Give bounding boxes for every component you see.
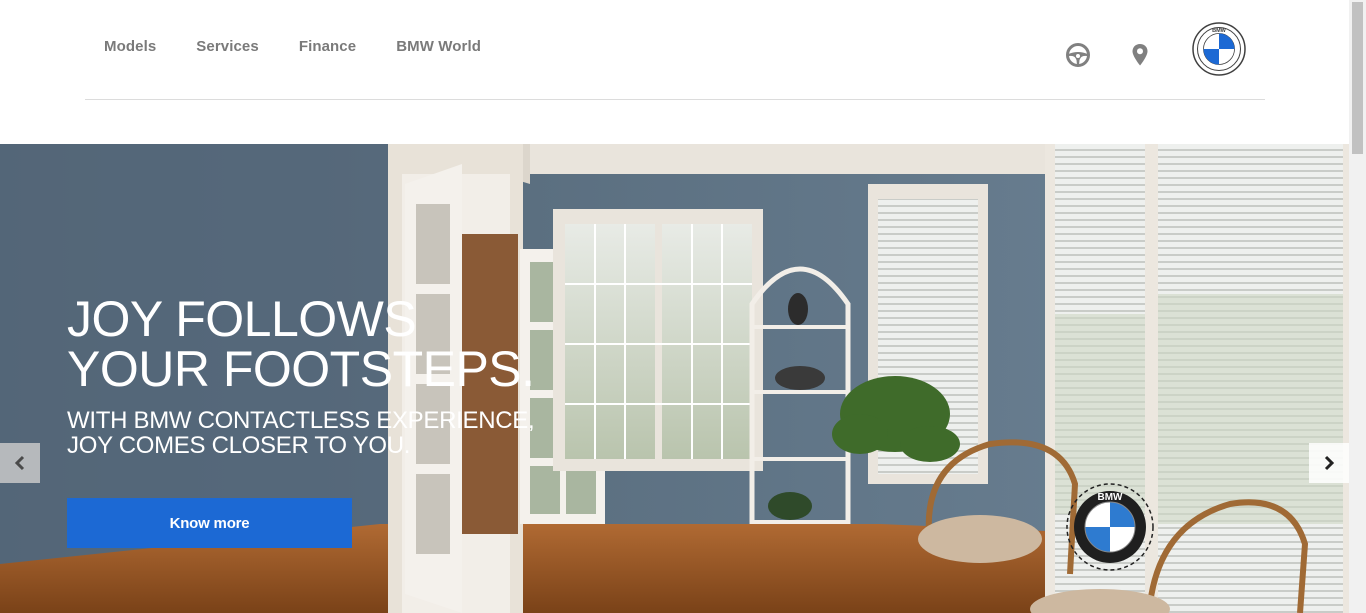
nav-item-bmw-world[interactable]: BMW World bbox=[396, 38, 481, 55]
nav-item-finance[interactable]: Finance bbox=[299, 38, 356, 55]
steering-wheel-icon bbox=[1066, 43, 1090, 67]
bmw-logo-icon: BMW bbox=[1066, 483, 1154, 571]
main-nav: Models Services Finance BMW World bbox=[104, 38, 481, 55]
scrollbar-thumb[interactable] bbox=[1352, 2, 1363, 154]
nav-item-services[interactable]: Services bbox=[196, 38, 259, 55]
location-pin-icon bbox=[1132, 44, 1148, 66]
chevron-left-icon bbox=[14, 455, 25, 471]
header-actions: BMW bbox=[1063, 22, 1246, 76]
nav-item-models[interactable]: Models bbox=[104, 38, 156, 55]
chevron-right-icon bbox=[1324, 455, 1335, 471]
site-header: Models Services Finance BMW World BMW bbox=[0, 0, 1349, 144]
test-drive-button[interactable] bbox=[1063, 40, 1093, 70]
bmw-logo-link[interactable]: BMW bbox=[1192, 22, 1246, 76]
floating-bmw-logo-button[interactable]: BMW bbox=[1066, 483, 1154, 571]
page: Models Services Finance BMW World BMW JO… bbox=[0, 0, 1366, 613]
bmw-logo-text: BMW bbox=[1098, 492, 1124, 503]
header-divider bbox=[85, 99, 1265, 100]
carousel-prev-button[interactable] bbox=[0, 443, 40, 483]
hero-title: JOY FOLLOWS YOUR FOOTSTEPS. bbox=[67, 291, 535, 397]
carousel-next-button[interactable] bbox=[1309, 443, 1349, 483]
know-more-button[interactable]: Know more bbox=[67, 498, 352, 548]
page-scrollbar[interactable] bbox=[1349, 0, 1366, 613]
bmw-logo-text: BMW bbox=[1212, 28, 1227, 34]
hero-carousel: JOY FOLLOWS YOUR FOOTSTEPS. WITH BMW CON… bbox=[0, 144, 1349, 613]
dealer-locator-button[interactable] bbox=[1125, 40, 1155, 70]
hero-subtitle: WITH BMW CONTACTLESS EXPERIENCE, JOY COM… bbox=[67, 407, 535, 459]
bmw-logo-icon: BMW bbox=[1192, 22, 1246, 76]
